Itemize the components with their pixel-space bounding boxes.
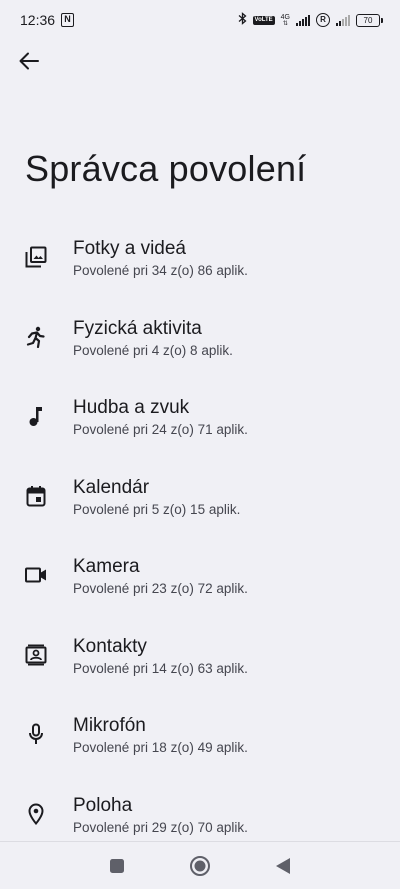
permission-item-music[interactable]: Hudba a zvuk Povolené pri 24 z(o) 71 apl… — [0, 384, 400, 464]
location-icon — [24, 802, 48, 826]
permission-subtitle: Povolené pri 24 z(o) 71 aplik. — [73, 422, 248, 437]
navigation-bar — [0, 841, 400, 889]
battery-icon: 70 — [356, 13, 383, 27]
permission-title: Fotky a videá — [73, 238, 186, 259]
permission-title: Fyzická aktivita — [73, 317, 202, 339]
triangle-icon — [276, 857, 291, 874]
permission-subtitle: Povolené pri 14 z(o) 63 aplik. — [73, 660, 248, 676]
network-type-icon: 4G ⇅ — [280, 13, 290, 27]
permission-subtitle: Povolené pri 29 z(o) 70 aplik. — [73, 819, 248, 835]
permission-title: Hudba a zvuk — [73, 397, 190, 418]
network-type-label: 4G — [280, 13, 290, 21]
music-note-icon — [24, 404, 48, 428]
permission-subtitle: Povolené pri 4 z(o) 8 aplik. — [73, 342, 233, 358]
running-icon — [24, 325, 48, 349]
square-icon — [109, 858, 124, 873]
permission-title: Mikrofón — [73, 715, 146, 736]
recents-button[interactable] — [105, 854, 129, 878]
permission-title: Poloha — [73, 794, 133, 816]
permission-title: Kontakty — [73, 635, 147, 657]
permission-title: Kamera — [73, 556, 140, 577]
status-time: 12:36 — [20, 12, 56, 28]
microphone-icon — [24, 722, 48, 746]
permission-subtitle: Povolené pri 5 z(o) 15 aplik. — [73, 501, 241, 517]
permission-item-calendar[interactable]: Kalendár Povolené pri 5 z(o) 15 aplik. — [0, 464, 400, 544]
permission-subtitle: Povolené pri 34 z(o) 86 aplik. — [73, 263, 248, 278]
signal-icon-secondary — [336, 14, 350, 26]
roaming-icon: R — [316, 13, 330, 27]
nfc-icon: N — [61, 13, 75, 27]
permission-item-contacts[interactable]: Kontakty Povolené pri 14 z(o) 63 aplik. — [0, 623, 400, 703]
permission-item-physical-activity[interactable]: Fyzická aktivita Povolené pri 4 z(o) 8 a… — [0, 305, 400, 385]
permission-list: Fotky a videá Povolené pri 34 z(o) 86 ap… — [0, 225, 400, 861]
back-nav-button[interactable] — [271, 854, 295, 878]
calendar-icon — [24, 484, 48, 508]
back-button[interactable] — [14, 46, 44, 76]
volte-icon: VoLTE — [252, 15, 275, 25]
page-title: Správca povolení — [25, 148, 307, 189]
bluetooth-icon — [238, 12, 247, 28]
permission-subtitle: Povolené pri 23 z(o) 72 aplik. — [73, 581, 248, 596]
permission-subtitle: Povolené pri 18 z(o) 49 aplik. — [73, 740, 248, 755]
home-button[interactable] — [188, 854, 212, 878]
permission-item-photos[interactable]: Fotky a videá Povolené pri 34 z(o) 86 ap… — [0, 225, 400, 305]
circle-icon — [189, 855, 210, 876]
permission-item-camera[interactable]: Kamera Povolené pri 23 z(o) 72 aplik. — [0, 543, 400, 623]
permission-title: Kalendár — [73, 476, 150, 498]
signal-icon — [296, 14, 310, 26]
battery-level: 70 — [363, 15, 373, 25]
photo-icon — [24, 245, 48, 269]
arrow-back-icon — [19, 52, 39, 70]
permission-item-microphone[interactable]: Mikrofón Povolené pri 18 z(o) 49 aplik. — [0, 702, 400, 782]
status-bar: 12:36 N VoLTE 4G ⇅ R 70 — [0, 0, 400, 40]
contacts-icon — [24, 643, 48, 667]
camera-icon — [24, 563, 48, 587]
